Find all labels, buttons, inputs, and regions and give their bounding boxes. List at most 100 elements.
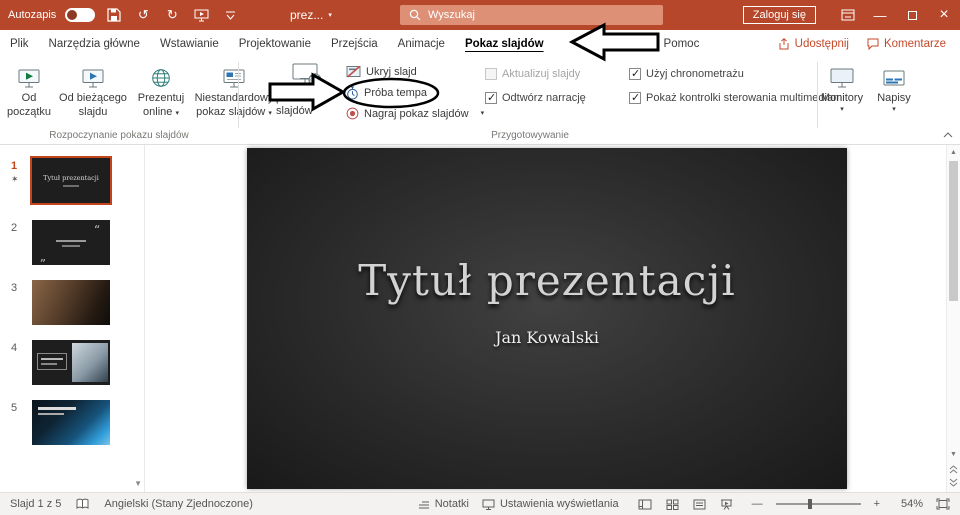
tab-pomoc[interactable]: Pomoc [654, 30, 710, 57]
zoom-slider-handle[interactable] [808, 499, 812, 509]
close-button[interactable]: × [928, 0, 960, 30]
tab-przejscia[interactable]: Przejścia [321, 30, 388, 57]
from-beginning-label: Od początku [7, 92, 51, 120]
tab-plik[interactable]: Plik [0, 30, 39, 57]
previous-slide-button[interactable] [947, 463, 960, 476]
scroll-down-icon[interactable]: ▼ [947, 448, 960, 461]
zoom-in-button[interactable]: + [874, 498, 880, 510]
photo-placeholder [32, 280, 110, 325]
start-slideshow-icon[interactable] [191, 0, 211, 30]
status-right: Notatki Ustawienia wyświetlania [418, 498, 960, 510]
text-placeholder [38, 407, 76, 410]
login-button[interactable]: Zaloguj się [743, 6, 816, 24]
present-online-button[interactable]: Prezentuj online ▾ [132, 59, 190, 120]
customize-toolbar-icon[interactable] [220, 0, 240, 30]
document-title[interactable]: prez... ▾ [290, 0, 332, 30]
from-beginning-button[interactable]: Od początku [4, 59, 54, 120]
slide-subtitle[interactable]: Jan Kowalski [247, 328, 847, 347]
tab-animacje[interactable]: Animacje [388, 30, 455, 57]
minimize-button[interactable]: — [864, 0, 896, 30]
ribbon-display-options-icon[interactable] [832, 0, 864, 30]
save-icon[interactable] [104, 0, 124, 30]
slide-thumbnail-2[interactable]: “ “ [32, 220, 110, 265]
language-selector[interactable]: Angielski (Stany Zjednoczone) [104, 498, 253, 510]
slide-thumbnail-1[interactable]: Tytuł prezentacji [32, 158, 110, 203]
slide-thumbnail-panel: 1 ✶ Tytuł prezentacji 2 “ “ 3 4 5 [0, 145, 145, 492]
normal-view-button[interactable] [638, 499, 652, 510]
tab-narzedzia-glowne[interactable]: Narzędzia główne [39, 30, 150, 57]
tab-pokaz-slajdow[interactable]: Pokaz slajdów [455, 30, 554, 57]
slide-number: 1 [11, 160, 25, 172]
from-current-slide-button[interactable]: Od bieżącego slajdu [56, 59, 130, 120]
tab-projektowanie[interactable]: Projektowanie [229, 30, 321, 57]
undo-icon[interactable]: ↺ [133, 0, 153, 30]
collapse-ribbon-button[interactable] [943, 129, 953, 141]
captions-button[interactable]: Napisy ▾ [872, 59, 916, 113]
chevron-down-icon: ▾ [892, 106, 896, 113]
next-slide-button[interactable] [947, 476, 960, 489]
checkbox-use-timings[interactable]: Użyj chronometrażu [629, 68, 744, 80]
checkbox-play-narrations[interactable]: Odtwórz narrację [485, 92, 629, 104]
custom-slideshow-label: Niestandardowy pokaz slajdów [195, 92, 274, 118]
scrollbar-thumb[interactable] [949, 161, 958, 301]
reading-view-button[interactable] [693, 499, 706, 510]
window-controls: Zaloguj się — × [743, 0, 960, 30]
monitor-play-icon [82, 62, 104, 88]
restore-button[interactable] [896, 0, 928, 30]
slide-counter[interactable]: Slajd 1 z 5 [10, 498, 61, 510]
set-up-slideshow-button[interactable]: pokaz slajdów [276, 59, 338, 127]
title-caret-icon: ▾ [328, 12, 332, 19]
panel-scroll-down-icon[interactable]: ▼ [134, 479, 142, 488]
hide-slide-button[interactable]: Ukryj slajd [346, 61, 484, 82]
slide-thumbnail-4[interactable] [32, 340, 110, 385]
photo-placeholder [72, 343, 108, 382]
comments-button[interactable]: Komentarze [867, 38, 946, 50]
slide-sorter-view-button[interactable] [666, 499, 679, 510]
display-settings-button[interactable]: Ustawienia wyświetlania [482, 498, 619, 510]
fit-to-window-button[interactable] [936, 498, 950, 510]
slide-number: 3 [11, 282, 25, 294]
vertical-scrollbar[interactable]: ▲ ▼ [946, 145, 960, 492]
search-placeholder: Wyszukaj [428, 9, 475, 21]
redo-icon[interactable]: ↻ [162, 0, 182, 30]
slide-thumbnail-5[interactable] [32, 400, 110, 445]
rehearse-timings-button[interactable]: Próba tempa [346, 82, 484, 103]
group-label-start: Rozpoczynanie pokazu slajdów [0, 130, 238, 141]
autosave-toggle[interactable] [65, 8, 95, 22]
title-bar: Autozapis ↺ ↻ prez... ▾ Wyszukaj [0, 0, 960, 30]
checkbox-label: Aktualizuj slajdy [502, 68, 580, 80]
checkbox-show-media-controls[interactable]: Pokaż kontrolki sterowania multimediami [629, 92, 845, 104]
zoom-out-button[interactable]: — [752, 498, 763, 510]
monitor-icon [830, 62, 854, 88]
search-bar[interactable]: Wyszukaj [400, 5, 663, 25]
textbox-placeholder [37, 353, 67, 370]
slide-thumbnail-3[interactable] [32, 280, 110, 325]
share-button[interactable]: Udostępnij [778, 38, 849, 50]
slide-number: 2 [11, 222, 25, 234]
notes-button[interactable]: Notatki [418, 498, 469, 510]
tab-widok[interactable]: Widok [602, 30, 654, 57]
checkbox-box[interactable] [485, 68, 497, 80]
text-placeholder [56, 240, 86, 242]
current-slide[interactable]: Tytuł prezentacji Jan Kowalski [247, 148, 847, 489]
spellcheck-icon[interactable] [76, 498, 89, 510]
tab-wstawianie[interactable]: Wstawianie [150, 30, 229, 57]
checkbox-keep-slides-updated[interactable]: Aktualizuj slajdy [485, 68, 629, 80]
slide-title[interactable]: Tytuł prezentacji [247, 256, 847, 305]
checkbox-box[interactable] [485, 92, 497, 104]
search-icon [409, 9, 421, 21]
status-bar: Slajd 1 z 5 Angielski (Stany Zjednoczone… [0, 492, 960, 515]
record-slideshow-button[interactable]: Nagraj pokaz slajdów ▾ [346, 103, 484, 124]
hide-slide-label: Ukryj slajd [366, 66, 417, 78]
monitors-button[interactable]: Monitory ▾ [820, 59, 864, 113]
group-separator [238, 62, 239, 128]
custom-slideshow-button[interactable]: Niestandardowy pokaz slajdów ▾ [192, 59, 276, 120]
zoom-level[interactable]: 54% [893, 498, 923, 510]
zoom-slider[interactable] [776, 503, 861, 505]
monitor-icon [482, 499, 495, 510]
checkbox-box[interactable] [629, 92, 641, 104]
group-monitors: Monitory ▾ Napisy ▾ [820, 59, 916, 113]
slideshow-view-button[interactable] [720, 499, 733, 510]
checkbox-box[interactable] [629, 68, 641, 80]
scroll-up-icon[interactable]: ▲ [947, 146, 960, 159]
